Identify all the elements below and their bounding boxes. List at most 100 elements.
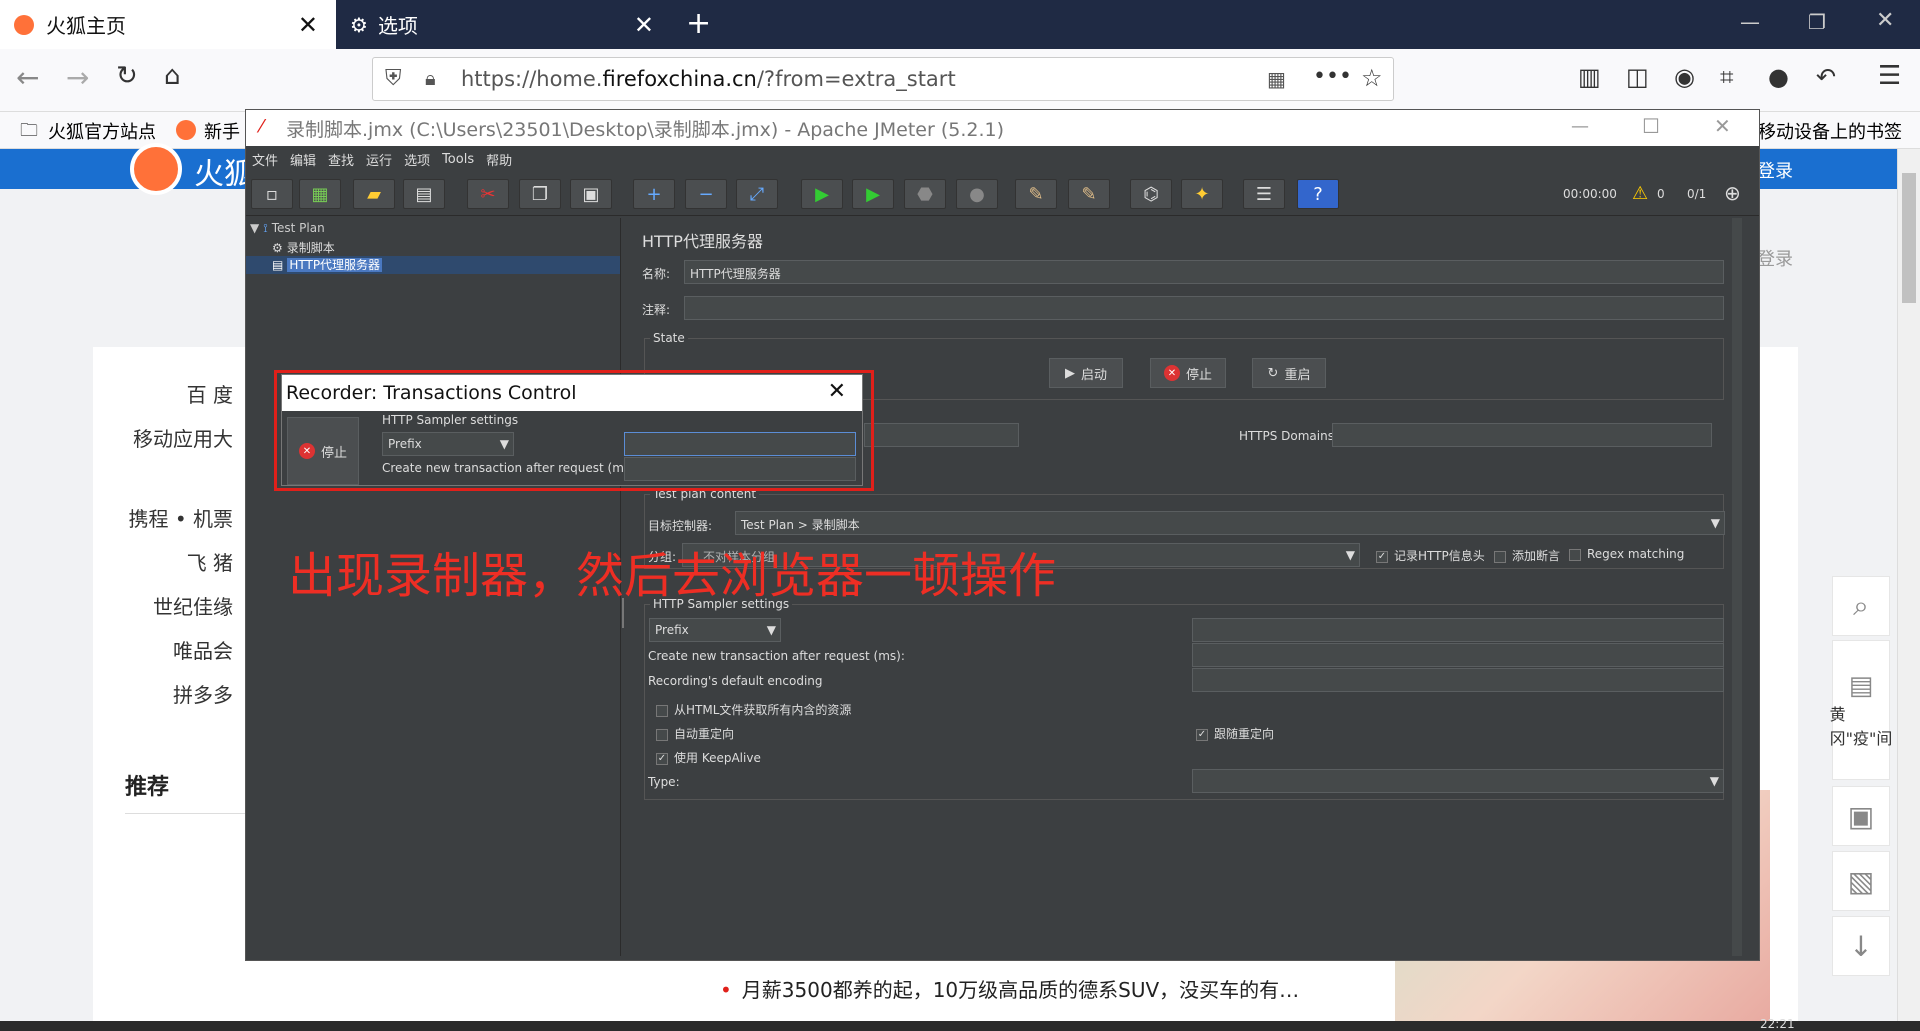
close-icon[interactable]: ✕ — [634, 11, 654, 39]
copy-icon[interactable]: ❐ — [519, 179, 561, 209]
undo-icon[interactable]: ↶ — [1816, 63, 1836, 91]
stop-button[interactable]: ✕ 停止 — [1150, 358, 1226, 388]
templates-icon[interactable]: ▦ — [299, 179, 341, 209]
bookmark-item[interactable]: 新手 — [204, 118, 240, 144]
expand-icon[interactable]: + — [633, 179, 675, 209]
menu-options[interactable]: 选项 — [404, 150, 430, 169]
url-bar[interactable]: ⛨ 🔒︎ https://home.firefoxchina.cn/?from=… — [372, 57, 1394, 101]
search-icon[interactable]: ⌕ — [1832, 576, 1890, 636]
nav-item[interactable]: 移动应用大 — [93, 423, 233, 452]
https-domains-field[interactable] — [1332, 423, 1712, 447]
menu-search[interactable]: 查找 — [328, 150, 354, 169]
warning-icon[interactable]: ⚠ — [1632, 183, 1648, 204]
retrieve-resources-checkbox[interactable]: 从HTML文件获取所有内含的资源 — [656, 701, 851, 718]
prefix-select[interactable]: Prefix ▼ — [649, 618, 781, 642]
account-icon[interactable]: ◉ — [1674, 63, 1695, 91]
close-icon[interactable]: ✕ — [298, 11, 318, 39]
nav-item[interactable]: 唯品会 — [93, 635, 233, 664]
close-window-button[interactable]: ✕ — [1714, 114, 1731, 138]
page-scrollbar[interactable] — [1897, 149, 1920, 1031]
clear-icon[interactable]: ✎ — [1015, 179, 1057, 209]
lock-icon[interactable]: 🔒︎ — [425, 66, 436, 90]
menu-edit[interactable]: 编辑 — [290, 150, 316, 169]
shutdown-icon[interactable]: ● — [956, 179, 998, 209]
chat-icon[interactable]: ● — [1768, 63, 1789, 91]
restart-button[interactable]: ↻ 重启 — [1252, 358, 1326, 388]
save-icon[interactable]: ▤ — [403, 179, 445, 209]
tab-options[interactable]: ⚙ 选项 ✕ — [336, 0, 672, 49]
comment-field[interactable] — [684, 296, 1724, 320]
down-arrow-icon[interactable]: ↓ — [1832, 916, 1890, 976]
keepalive-checkbox[interactable]: ✓ 使用 KeepAlive — [656, 749, 761, 766]
image-icon[interactable]: ▣ — [1832, 786, 1890, 846]
maximize-button[interactable]: ☐ — [1642, 114, 1660, 138]
start-button[interactable]: ▶ 启动 — [1049, 358, 1123, 388]
scroll-thumb[interactable] — [1902, 173, 1916, 303]
bookmark-item[interactable]: 火狐官方站点 — [48, 118, 156, 144]
back-icon[interactable]: ← — [16, 61, 39, 94]
toggle-icon[interactable]: ⤢ — [736, 179, 778, 209]
collapse-icon[interactable]: − — [685, 179, 727, 209]
default-encoding-field[interactable] — [1192, 668, 1724, 692]
tab-home[interactable]: 火狐主页 ✕ — [0, 0, 336, 49]
start-icon[interactable]: ▶ — [801, 179, 843, 209]
port-field[interactable] — [864, 423, 1019, 447]
minimize-button[interactable]: — — [1571, 116, 1589, 137]
library-icon[interactable]: ▥ — [1578, 63, 1601, 91]
panel-scrollbar[interactable] — [1732, 218, 1742, 956]
follow-redirect-checkbox[interactable]: ✓ 跟随重定向 — [1196, 725, 1274, 742]
forward-icon[interactable]: → — [66, 61, 89, 94]
open-icon[interactable]: ▰ — [353, 179, 395, 209]
function-helper-icon[interactable]: ☰ — [1243, 179, 1285, 209]
menu-tools[interactable]: Tools — [442, 152, 474, 167]
more-icon[interactable]: ••• — [1313, 64, 1352, 89]
record-headers-checkbox[interactable]: ✓ 记录HTTP信息头 — [1376, 547, 1485, 564]
tree-node[interactable]: ▤ HTTP代理服务器 — [272, 256, 383, 273]
type-select[interactable]: ▼ — [1192, 769, 1724, 793]
tree-node[interactable]: ▼ ⟟ Test Plan — [250, 221, 325, 236]
close-window-button[interactable]: ✕ — [1876, 8, 1894, 33]
tree-node[interactable]: ⚙ 录制脚本 — [272, 239, 335, 256]
name-field[interactable]: HTTP代理服务器 — [684, 260, 1724, 284]
clipboard-icon[interactable]: ▧ — [1832, 851, 1890, 911]
bookmark-item[interactable]: 移动设备上的书签 — [1758, 118, 1902, 144]
create-after-field[interactable] — [1192, 643, 1724, 667]
start-no-pause-icon[interactable]: ▶ — [852, 179, 894, 209]
paste-icon[interactable]: ▣ — [570, 179, 612, 209]
remote-icon[interactable]: ⊕ — [1724, 181, 1741, 205]
target-select[interactable]: Test Plan > 录制脚本 ▼ — [735, 511, 1725, 535]
news-side-card[interactable]: ▤ 黄冈"疫"间 — [1830, 640, 1892, 780]
minimize-button[interactable]: — — [1740, 10, 1760, 34]
stop-icon[interactable]: ⬣ — [904, 179, 946, 209]
news-item[interactable]: • 月薪3500都养的起，10万级高品质的德系SUV，没买车的有… — [720, 974, 1299, 1003]
auto-redirect-checkbox[interactable]: 自动重定向 — [656, 725, 734, 742]
reload-icon[interactable]: ↻ — [116, 61, 138, 91]
clear-all-icon[interactable]: ✎ — [1068, 179, 1110, 209]
help-icon[interactable]: ? — [1297, 179, 1339, 209]
nav-item[interactable]: 携程 • 机票 — [93, 503, 233, 532]
screenshot-icon[interactable]: ⌗ — [1720, 63, 1734, 91]
menu-icon[interactable]: ☰ — [1878, 61, 1901, 91]
nav-item[interactable]: 世纪佳缘 — [93, 591, 233, 620]
home-icon[interactable]: ⌂ — [164, 61, 181, 91]
nav-item[interactable]: 百 度 — [93, 379, 233, 408]
menu-run[interactable]: 运行 — [366, 150, 392, 169]
menu-help[interactable]: 帮助 — [486, 150, 512, 169]
qr-icon[interactable]: ▦ — [1267, 67, 1286, 91]
login-link[interactable]: 登录 — [1757, 157, 1793, 183]
regex-matching-checkbox[interactable]: Regex matching — [1569, 547, 1684, 561]
nav-item[interactable]: 拼多多 — [93, 679, 233, 708]
sidebar-icon[interactable]: ◫ — [1626, 63, 1649, 91]
binoculars-icon[interactable]: ⌬ — [1130, 179, 1172, 209]
prefix-field[interactable] — [1192, 618, 1724, 642]
nav-item[interactable]: 飞 猪 — [93, 547, 233, 576]
reset-search-icon[interactable]: ✦ — [1181, 179, 1223, 209]
menu-file[interactable]: 文件 — [252, 150, 278, 169]
add-assert-checkbox[interactable]: 添加断言 — [1494, 547, 1560, 564]
restore-button[interactable]: ❐ — [1808, 10, 1826, 34]
new-tab-button[interactable]: + — [686, 6, 711, 41]
shield-icon[interactable]: ⛨ — [385, 66, 402, 91]
star-icon[interactable]: ☆ — [1361, 64, 1383, 92]
new-icon[interactable]: ▫ — [251, 179, 293, 209]
cut-icon[interactable]: ✂ — [467, 179, 509, 209]
